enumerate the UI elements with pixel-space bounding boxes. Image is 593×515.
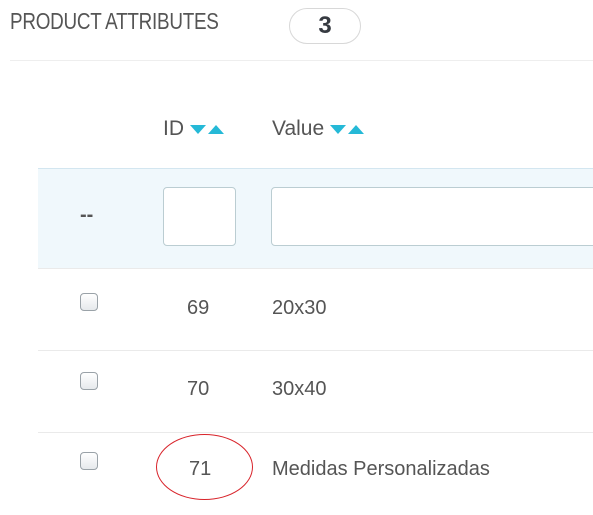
filter-value-input[interactable] [271, 187, 593, 246]
filter-placeholder-label: -- [80, 204, 94, 226]
column-header-value-label: Value [272, 117, 325, 140]
column-header-id: ID [163, 117, 224, 141]
sort-id-icons [190, 124, 224, 134]
sort-asc-icon[interactable] [208, 124, 224, 134]
sort-asc-icon[interactable] [348, 124, 365, 134]
row-id: 70 [187, 378, 210, 400]
column-header-value: Value [272, 117, 365, 141]
sort-desc-icon[interactable] [190, 124, 206, 134]
filter-id-input[interactable] [163, 187, 236, 246]
highlight-circle-annotation [156, 434, 253, 500]
sort-value-icons [330, 124, 365, 134]
row-checkbox[interactable] [80, 293, 98, 311]
row-checkbox[interactable] [80, 452, 98, 470]
row-value[interactable]: 30x40 [272, 378, 327, 401]
row-value[interactable]: Medidas Personalizadas [272, 458, 490, 481]
row-checkbox[interactable] [80, 372, 98, 390]
panel-title: PRODUCT ATTRIBUTES [10, 8, 219, 34]
sort-desc-icon[interactable] [330, 124, 347, 134]
count-badge: 3 [289, 8, 361, 44]
heading-divider [10, 60, 593, 61]
row-id: 69 [187, 297, 210, 319]
row-value[interactable]: 20x30 [272, 297, 327, 320]
column-header-id-label: ID [163, 117, 184, 140]
panel-heading: PRODUCT ATTRIBUTES [10, 8, 264, 35]
